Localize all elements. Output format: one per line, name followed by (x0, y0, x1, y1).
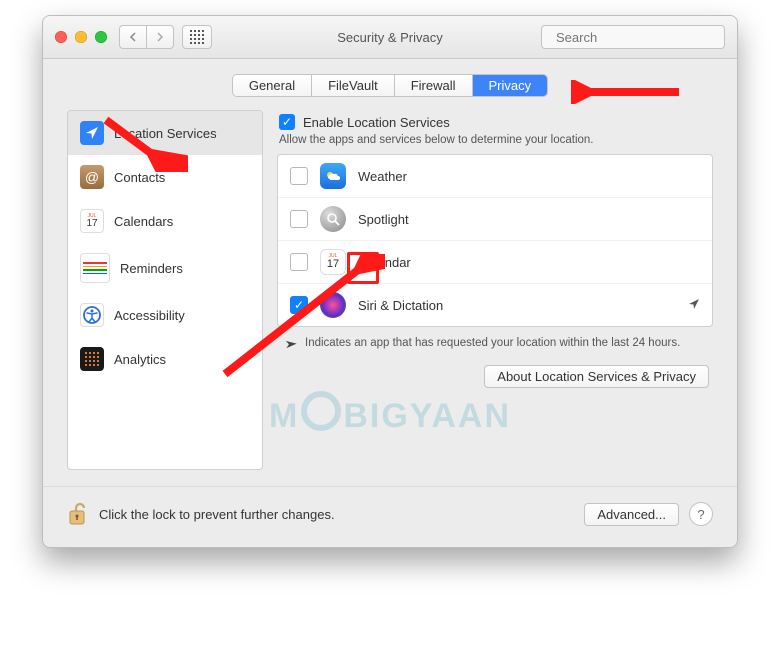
sidebar-item-contacts[interactable]: @ Contacts (68, 155, 262, 199)
app-checkbox-siri[interactable]: ✓ (290, 296, 308, 314)
list-item[interactable]: ✓ Siri & Dictation (278, 284, 712, 326)
chevron-left-icon (129, 32, 137, 42)
list-item[interactable]: JUL 17 Calendar (278, 241, 712, 284)
sidebar-item-label: Location Services (114, 126, 217, 141)
tab-bar: General FileVault Firewall Privacy (43, 59, 737, 102)
sidebar-item-label: Accessibility (114, 308, 185, 323)
advanced-button[interactable]: Advanced... (584, 503, 679, 526)
weather-icon (320, 163, 346, 189)
app-label: Siri & Dictation (358, 298, 676, 313)
sidebar-item-accessibility[interactable]: Accessibility (68, 293, 262, 337)
sidebar-item-location-services[interactable]: Location Services (68, 111, 262, 155)
accessibility-icon (80, 303, 104, 327)
zoom-icon[interactable] (95, 31, 107, 43)
tab-filevault[interactable]: FileVault (312, 75, 395, 96)
app-label: Calendar (358, 255, 700, 270)
reminders-icon (80, 253, 110, 283)
enable-location-checkbox[interactable]: ✓ (279, 114, 295, 130)
app-checkbox-weather[interactable] (290, 167, 308, 185)
chevron-right-icon (156, 32, 164, 42)
lock-open-icon (68, 502, 88, 526)
search-field[interactable] (541, 25, 725, 49)
note-text: Indicates an app that has requested your… (305, 337, 680, 353)
calendar-icon: JUL 17 (80, 209, 104, 233)
list-item[interactable]: Weather (278, 155, 712, 198)
tab-firewall[interactable]: Firewall (395, 75, 473, 96)
privacy-sidebar: Location Services @ Contacts JUL 17 Cale… (67, 110, 263, 470)
sidebar-item-analytics[interactable]: Analytics (68, 337, 262, 381)
location-indicator-icon (279, 335, 298, 355)
location-indicator-note: Indicates an app that has requested your… (277, 327, 713, 357)
forward-button[interactable] (146, 25, 174, 49)
help-button[interactable]: ? (689, 502, 713, 526)
siri-icon (320, 292, 346, 318)
sidebar-item-reminders[interactable]: Reminders (68, 243, 262, 293)
minimize-icon[interactable] (75, 31, 87, 43)
spotlight-icon (320, 206, 346, 232)
sidebar-item-label: Reminders (120, 261, 183, 276)
sidebar-item-label: Contacts (114, 170, 165, 185)
location-indicator-icon (688, 297, 700, 313)
contacts-icon: @ (80, 165, 104, 189)
calendar-icon: JUL 17 (320, 249, 346, 275)
footer: Click the lock to prevent further change… (43, 486, 737, 547)
preferences-window: Security & Privacy General FileVault Fir… (42, 15, 738, 548)
enable-location-hint: Allow the apps and services below to det… (277, 132, 713, 154)
grid-icon (190, 30, 204, 44)
close-icon[interactable] (55, 31, 67, 43)
privacy-pane: Location Services @ Contacts JUL 17 Cale… (43, 102, 737, 474)
show-all-button[interactable] (182, 25, 212, 49)
analytics-icon (80, 347, 104, 371)
location-services-detail: ✓ Enable Location Services Allow the app… (277, 110, 713, 470)
location-apps-list: Weather Spotlight JUL 17 Calendar (277, 154, 713, 327)
back-button[interactable] (119, 25, 146, 49)
app-label: Spotlight (358, 212, 700, 227)
lock-text: Click the lock to prevent further change… (99, 507, 584, 522)
titlebar: Security & Privacy (43, 16, 737, 59)
app-checkbox-spotlight[interactable] (290, 210, 308, 228)
location-icon (80, 121, 104, 145)
enable-location-label: Enable Location Services (303, 115, 450, 130)
tab-privacy[interactable]: Privacy (473, 75, 548, 96)
sidebar-item-label: Analytics (114, 352, 166, 367)
app-checkbox-calendar[interactable] (290, 253, 308, 271)
list-item[interactable]: Spotlight (278, 198, 712, 241)
search-input[interactable] (554, 29, 734, 46)
about-location-button[interactable]: About Location Services & Privacy (484, 365, 709, 388)
sidebar-item-calendars[interactable]: JUL 17 Calendars (68, 199, 262, 243)
lock-button[interactable] (67, 501, 89, 527)
tab-general[interactable]: General (233, 75, 312, 96)
app-label: Weather (358, 169, 700, 184)
sidebar-item-label: Calendars (114, 214, 173, 229)
